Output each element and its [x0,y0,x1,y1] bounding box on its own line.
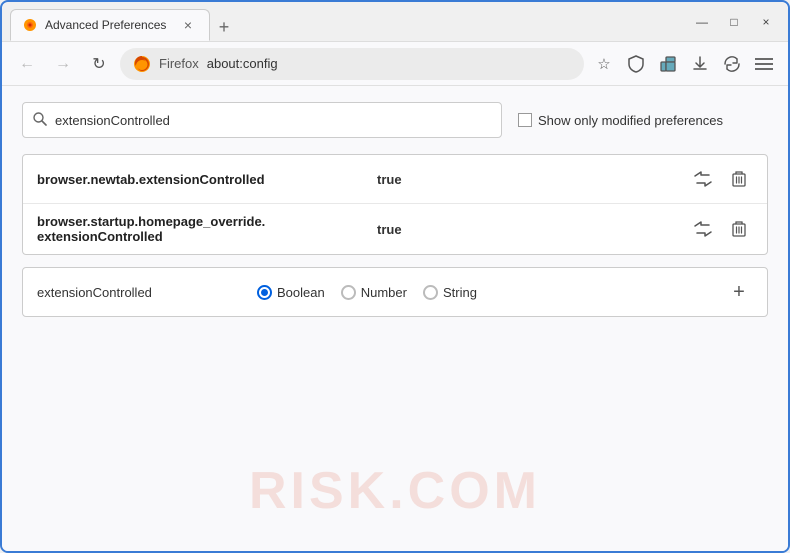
shield-icon [622,50,650,78]
radio-number[interactable]: Number [341,285,407,300]
checkbox-area: Show only modified preferences [518,113,723,128]
delete-button-2[interactable] [725,215,753,243]
toggle-button-1[interactable] [689,165,717,193]
search-box [22,102,502,138]
row-1-actions [689,165,753,193]
minimize-button[interactable]: — [688,8,716,36]
menu-icon[interactable] [750,50,778,78]
forward-button[interactable]: → [48,49,78,79]
row-2-actions [689,215,753,243]
firefox-logo [133,55,151,73]
address-bar[interactable]: Firefox about:config [120,48,584,80]
sync-icon[interactable] [718,50,746,78]
search-input[interactable] [55,113,491,128]
table-row: browser.startup.homepage_override. exten… [23,204,767,254]
new-pref-row: extensionControlled Boolean Number [22,267,768,317]
extension-icon[interactable] [654,50,682,78]
delete-button-1[interactable] [725,165,753,193]
close-button[interactable]: × [752,8,780,36]
tab-area: Advanced Preferences × + [10,2,688,41]
new-pref-name: extensionControlled [37,285,237,300]
toggle-button-2[interactable] [689,215,717,243]
radio-number-circle [341,285,356,300]
show-modified-label: Show only modified preferences [538,113,723,128]
new-tab-button[interactable]: + [210,13,238,41]
browser-name: Firefox [159,56,199,71]
add-preference-button[interactable]: + [725,278,753,306]
radio-boolean-dot [261,289,268,296]
nav-bar: ← → ↻ Firefox about:config ☆ [2,42,788,86]
watermark: RISK.COM [249,461,541,521]
active-tab[interactable]: Advanced Preferences × [10,9,210,41]
content-area: RISK.COM Show only modified preferences [2,86,788,551]
radio-boolean[interactable]: Boolean [257,285,325,300]
back-button[interactable]: ← [12,49,42,79]
bookmark-icon[interactable]: ☆ [590,50,618,78]
nav-icons: ☆ [590,50,778,78]
pref-name-2: browser.startup.homepage_override. exten… [37,214,377,244]
tab-title: Advanced Preferences [45,18,171,32]
tab-favicon [23,18,37,32]
url-display: about:config [207,56,278,71]
window-controls: — □ × [688,8,780,36]
radio-string-circle [423,285,438,300]
search-row: Show only modified preferences [22,102,768,138]
pref-name-1: browser.newtab.extensionControlled [37,172,377,187]
show-modified-checkbox[interactable] [518,113,532,127]
table-row: browser.newtab.extensionControlled true [23,155,767,204]
download-icon[interactable] [686,50,714,78]
reload-button[interactable]: ↻ [84,49,114,79]
radio-string-label: String [443,285,477,300]
radio-boolean-circle [257,285,272,300]
pref-value-2: true [377,222,689,237]
title-bar: Advanced Preferences × + — □ × [2,2,788,42]
pref-value-1: true [377,172,689,187]
type-radio-group: Boolean Number String [257,285,477,300]
results-table: browser.newtab.extensionControlled true [22,154,768,255]
radio-number-label: Number [361,285,407,300]
maximize-button[interactable]: □ [720,8,748,36]
radio-boolean-label: Boolean [277,285,325,300]
search-icon [33,112,47,129]
tab-close-button[interactable]: × [179,16,197,34]
radio-string[interactable]: String [423,285,477,300]
browser-window: Advanced Preferences × + — □ × ← → ↻ Fir… [0,0,790,553]
